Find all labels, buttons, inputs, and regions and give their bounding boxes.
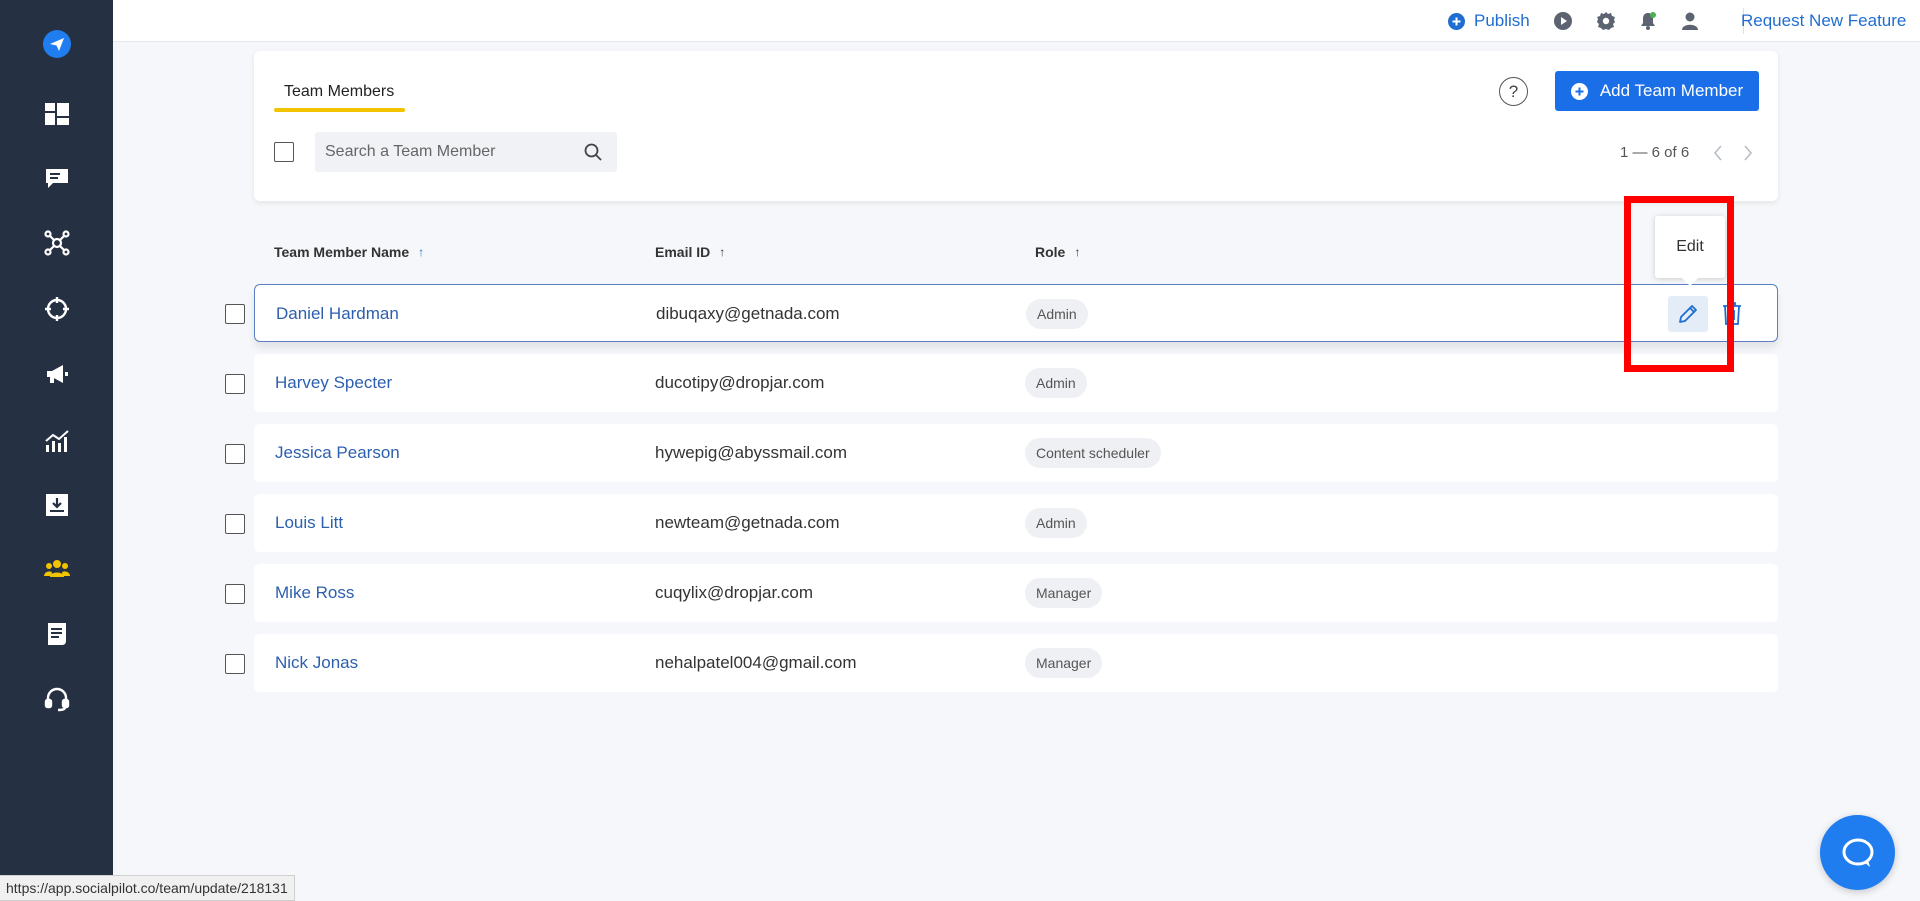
sort-arrow-icon: ↑ (1074, 245, 1081, 259)
support-headset-icon[interactable] (0, 677, 113, 721)
browser-status-url: https://app.socialpilot.co/team/update/2… (0, 875, 295, 901)
play-icon[interactable] (1553, 0, 1573, 42)
trash-icon (1723, 302, 1741, 325)
send-logo-icon[interactable] (0, 22, 113, 66)
role-badge: Admin (1026, 299, 1088, 329)
column-header-name-label: Team Member Name (274, 244, 410, 260)
search-box (315, 132, 617, 172)
role-badge: Manager (1025, 648, 1103, 678)
role-badge: Admin (1025, 368, 1087, 398)
help-icon[interactable]: ? (1499, 77, 1528, 106)
member-name-link[interactable]: Harvey Specter (275, 373, 392, 393)
chevron-right-icon (1744, 145, 1753, 161)
add-team-member-button[interactable]: Add Team Member (1555, 71, 1759, 111)
row-checkbox[interactable] (225, 444, 245, 464)
row-checkbox[interactable] (225, 584, 245, 604)
row-checkbox[interactable] (225, 514, 245, 534)
chevron-left-icon (1713, 145, 1722, 161)
pagination-range: 1 — 6 of 6 (1620, 144, 1690, 161)
search-input[interactable] (325, 132, 575, 172)
inbox-download-icon[interactable] (0, 483, 113, 527)
table-row[interactable]: Mike Ross cuqylix@dropjar.com Manager (254, 564, 1778, 622)
megaphone-icon[interactable] (0, 352, 113, 396)
select-all-checkbox[interactable] (274, 142, 294, 162)
add-team-member-label: Add Team Member (1599, 81, 1744, 100)
member-name-link[interactable]: Louis Litt (275, 513, 343, 533)
prev-page-button[interactable] (1710, 143, 1726, 163)
member-email: ducotipy@dropjar.com (655, 373, 825, 392)
publish-button[interactable]: Publish (1448, 0, 1530, 42)
edit-button[interactable] (1668, 296, 1708, 332)
column-header-name[interactable]: Team Member Name ↑ (274, 244, 424, 260)
member-name-link[interactable]: Nick Jonas (275, 653, 358, 673)
edit-tooltip: Edit (1655, 216, 1725, 286)
analytics-icon[interactable] (0, 419, 113, 463)
tab-active-indicator (274, 108, 405, 112)
column-header-email[interactable]: Email ID ↑ (655, 244, 725, 260)
role-badge: Admin (1025, 508, 1087, 538)
table-row[interactable]: Nick Jonas nehalpatel004@gmail.com Manag… (254, 634, 1778, 692)
top-bar: Publish Request New Feature (113, 0, 1920, 42)
bell-icon[interactable] (1638, 0, 1658, 42)
member-email: nehalpatel004@gmail.com (655, 653, 857, 672)
gear-icon[interactable] (1596, 0, 1616, 42)
team-members-panel: Team Members ? Add Team Member 1 — 6 of … (254, 51, 1778, 201)
member-email: newteam@getnada.com (655, 513, 840, 532)
reports-icon[interactable] (0, 612, 113, 656)
publish-label: Publish (1474, 11, 1530, 30)
table-row[interactable]: Daniel Hardman dibuqaxy@getnada.com Admi… (254, 284, 1778, 342)
sort-arrow-icon: ↑ (719, 245, 726, 259)
sort-arrow-icon: ↑ (418, 245, 425, 259)
table-row[interactable]: Jessica Pearson hywepig@abyssmail.com Co… (254, 424, 1778, 482)
role-badge: Manager (1025, 578, 1103, 608)
tab-team-members-label: Team Members (284, 83, 395, 100)
sidebar (0, 0, 113, 901)
pencil-icon (1679, 305, 1697, 323)
search-icon[interactable] (584, 143, 602, 161)
column-header-email-label: Email ID (655, 244, 711, 260)
row-checkbox[interactable] (225, 304, 245, 324)
plus-circle-icon (1570, 82, 1588, 100)
row-checkbox[interactable] (225, 654, 245, 674)
column-header-role-label: Role (1035, 244, 1066, 260)
member-email: cuqylix@dropjar.com (655, 583, 814, 602)
connections-icon[interactable] (0, 221, 113, 265)
member-name-link[interactable]: Jessica Pearson (275, 443, 400, 463)
target-icon[interactable] (0, 287, 113, 331)
user-icon[interactable] (1680, 0, 1700, 42)
dashboard-icon[interactable] (0, 92, 113, 136)
request-new-feature-link[interactable]: Request New Feature (1741, 0, 1906, 42)
plus-circle-icon (1448, 12, 1465, 30)
team-icon[interactable] (0, 547, 113, 591)
delete-button[interactable] (1719, 298, 1745, 328)
member-email: hywepig@abyssmail.com (655, 443, 848, 462)
member-email: dibuqaxy@getnada.com (656, 304, 840, 323)
messages-icon[interactable] (0, 156, 113, 200)
chat-widget-button[interactable] (1820, 815, 1895, 890)
chat-bubble-icon (1842, 838, 1873, 867)
member-name-link[interactable]: Mike Ross (275, 583, 354, 603)
role-badge: Content scheduler (1025, 438, 1161, 468)
column-header-role[interactable]: Role ↑ (1035, 244, 1080, 260)
table-row[interactable]: Harvey Specter ducotipy@dropjar.com Admi… (254, 354, 1778, 412)
next-page-button[interactable] (1740, 143, 1756, 163)
table-row[interactable]: Louis Litt newteam@getnada.com Admin (254, 494, 1778, 552)
row-checkbox[interactable] (225, 374, 245, 394)
member-name-link[interactable]: Daniel Hardman (276, 304, 399, 324)
tab-team-members[interactable]: Team Members (274, 73, 404, 113)
